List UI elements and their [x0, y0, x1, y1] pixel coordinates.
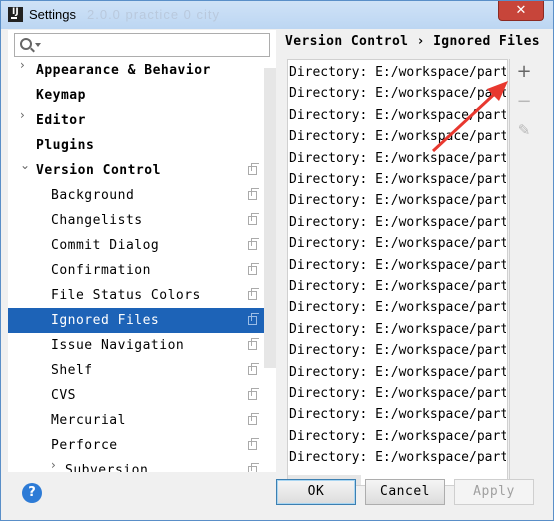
project-scope-icon — [248, 413, 259, 425]
list-item[interactable]: Directory: E:/workspace/part — [289, 190, 506, 211]
project-scope-icon — [248, 338, 259, 350]
remove-icon[interactable]: − — [510, 91, 538, 119]
sidebar-item-label: Ignored Files — [51, 313, 160, 328]
list-item[interactable]: Directory: E:/workspace/part — [289, 404, 506, 425]
ok-button[interactable]: OK — [276, 479, 356, 505]
sidebar-item-label: Perforce — [51, 438, 118, 453]
project-scope-icon — [248, 313, 259, 325]
sidebar-item-label: Issue Navigation — [51, 338, 185, 353]
list-item[interactable]: Directory: E:/workspace/part — [289, 297, 506, 318]
sidebar-item[interactable]: Keymap — [8, 83, 264, 108]
list-item[interactable]: Directory: E:/workspace/part — [289, 319, 506, 340]
title-bar: IJ Settings 2.0.0 practice 0 city ✕ — [1, 1, 553, 29]
chevron-down-icon[interactable]: ⌄ — [20, 158, 30, 172]
breadcrumb: Version Control › Ignored Files — [285, 34, 541, 49]
sidebar-item-label: Keymap — [36, 88, 86, 103]
chevron-right-icon[interactable]: › — [20, 108, 25, 122]
sidebar-item-label: Subversion — [65, 463, 149, 472]
chevron-right-icon[interactable]: › — [51, 458, 56, 472]
project-scope-icon — [248, 163, 259, 175]
sidebar-item[interactable]: CVS — [8, 383, 264, 408]
list-item[interactable]: Directory: E:/workspace/part — [289, 426, 506, 447]
project-scope-icon — [248, 188, 259, 200]
sidebar-item[interactable]: Plugins — [8, 133, 264, 158]
project-scope-icon — [248, 213, 259, 225]
settings-window: IJ Settings 2.0.0 practice 0 city ✕ › App… — [0, 0, 554, 521]
apply-button[interactable]: Apply — [454, 479, 534, 505]
edit-icon[interactable]: ✎ — [510, 121, 538, 149]
sidebar-item-label: Mercurial — [51, 413, 126, 428]
list-item[interactable]: Directory: E:/workspace/part — [289, 447, 506, 468]
sidebar-item[interactable]: Background — [8, 183, 264, 208]
list-item[interactable]: Directory: E:/workspace/part — [289, 255, 506, 276]
project-scope-icon — [248, 438, 259, 450]
sidebar-item[interactable]: Issue Navigation — [8, 333, 264, 358]
search-icon — [20, 38, 32, 50]
close-button[interactable]: ✕ — [498, 1, 544, 21]
window-title: Settings — [29, 7, 76, 22]
list-item[interactable]: Directory: E:/workspace/part — [289, 83, 506, 104]
sidebar-item[interactable]: Confirmation — [8, 258, 264, 283]
list-item[interactable]: Directory: E:/workspace/part — [289, 212, 506, 233]
list-toolbar: + − ✎ — [509, 59, 537, 486]
sidebar-item-label: Confirmation — [51, 263, 151, 278]
chevron-right-icon[interactable]: › — [20, 58, 25, 72]
sidebar-item[interactable]: › Appearance & Behavior — [8, 58, 264, 83]
window-title-background-text: 2.0.0 practice 0 city — [87, 7, 220, 22]
list-item[interactable]: Directory: E:/workspace/part — [289, 340, 506, 361]
sidebar-item-label: File Status Colors — [51, 288, 201, 303]
cancel-button[interactable]: Cancel — [365, 479, 445, 505]
list-item[interactable]: Directory: E:/workspace/part — [289, 362, 506, 383]
project-scope-icon — [248, 463, 259, 472]
sidebar-item[interactable]: Shelf — [8, 358, 264, 383]
list-item[interactable]: Directory: E:/workspace/part — [289, 148, 506, 169]
sidebar-item[interactable]: Ignored Files — [8, 308, 264, 333]
help-icon[interactable]: ? — [22, 483, 42, 503]
add-icon[interactable]: + — [510, 61, 538, 89]
sidebar-item[interactable]: Mercurial — [8, 408, 264, 433]
sidebar-item-label: Appearance & Behavior — [36, 63, 211, 78]
project-scope-icon — [248, 363, 259, 375]
list-item[interactable]: Directory: E:/workspace/part — [289, 233, 506, 254]
list-item[interactable]: Directory: E:/workspace/part — [289, 126, 506, 147]
sidebar-item-label: Changelists — [51, 213, 143, 228]
project-scope-icon — [248, 263, 259, 275]
tree-scrollbar[interactable] — [264, 68, 276, 368]
sidebar-item-label: Background — [51, 188, 135, 203]
project-scope-icon — [248, 288, 259, 300]
sidebar-item-label: Editor — [36, 113, 86, 128]
settings-tree: › Appearance & Behavior Keymap › Editor Plugi… — [8, 58, 264, 472]
sidebar-item-label: Version Control — [36, 163, 161, 178]
sidebar-item[interactable]: File Status Colors — [8, 283, 264, 308]
sidebar-item-label: Plugins — [36, 138, 95, 153]
intellij-icon: IJ — [8, 7, 23, 22]
list-item[interactable]: Directory: E:/workspace/part — [289, 62, 506, 83]
sidebar-item[interactable]: Perforce — [8, 433, 264, 458]
sidebar-item[interactable]: Changelists — [8, 208, 264, 233]
sidebar-item[interactable]: Commit Dialog — [8, 233, 264, 258]
project-scope-icon — [248, 238, 259, 250]
ignored-files-list[interactable]: Directory: E:/workspace/part Directory: E… — [287, 59, 508, 486]
chevron-down-icon[interactable] — [35, 43, 41, 47]
list-item[interactable]: Directory: E:/workspace/part — [289, 383, 506, 404]
sidebar-item[interactable]: › Editor — [8, 108, 264, 133]
list-item[interactable]: Directory: E:/workspace/part — [289, 276, 506, 297]
sidebar-item-label: CVS — [51, 388, 76, 403]
sidebar-item-label: Commit Dialog — [51, 238, 160, 253]
sidebar-item[interactable]: › Subversion — [8, 458, 264, 472]
list-item[interactable]: Directory: E:/workspace/part — [289, 105, 506, 126]
settings-content: Version Control › Ignored Files Director… — [277, 30, 553, 486]
project-scope-icon — [248, 388, 259, 400]
list-item[interactable]: Directory: E:/workspace/part — [289, 169, 506, 190]
list-scrollbar[interactable] — [507, 60, 508, 486]
sidebar-item[interactable]: ⌄ Version Control — [8, 158, 264, 183]
settings-sidebar: › Appearance & Behavior Keymap › Editor Plugi… — [8, 30, 276, 472]
search-field[interactable] — [14, 33, 270, 57]
sidebar-item-label: Shelf — [51, 363, 93, 378]
